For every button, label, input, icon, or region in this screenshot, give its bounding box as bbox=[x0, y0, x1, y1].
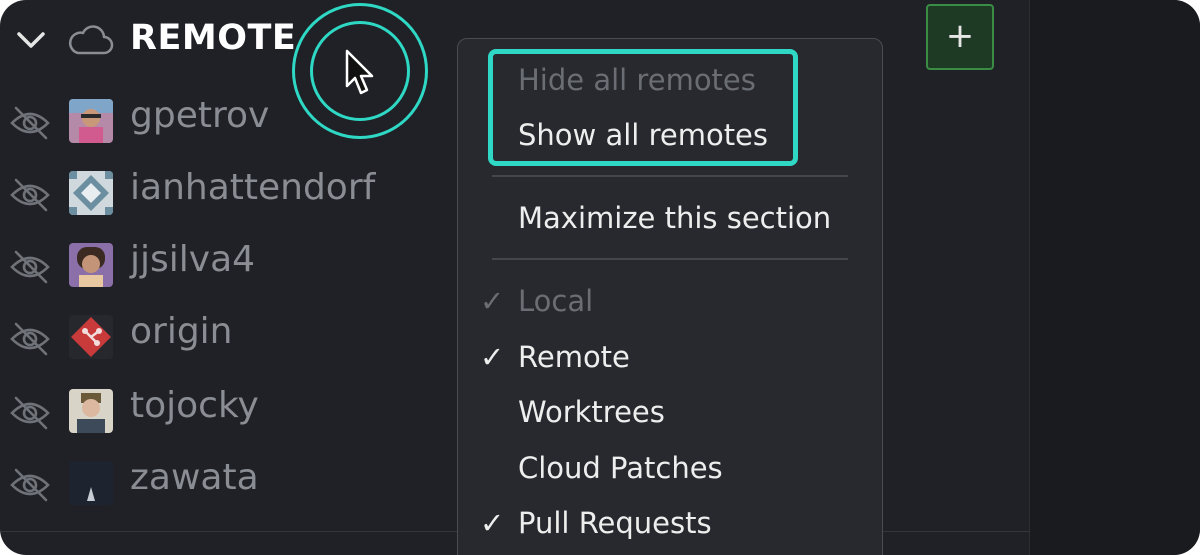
check-icon: ✓ bbox=[480, 340, 505, 374]
remote-item[interactable]: ianhattendorf bbox=[0, 165, 450, 225]
remote-name: ianhattendorf bbox=[130, 167, 376, 208]
right-panel bbox=[1030, 0, 1200, 555]
moon-avatar bbox=[69, 461, 113, 505]
eye-hidden-icon[interactable] bbox=[8, 467, 52, 503]
git-logo-avatar bbox=[69, 315, 113, 359]
check-icon: ✓ bbox=[480, 284, 505, 318]
remote-item[interactable]: zawata bbox=[0, 455, 450, 515]
menu-item-local[interactable]: Local bbox=[518, 284, 593, 318]
cursor-icon bbox=[345, 49, 374, 95]
remote-name: jjsilva4 bbox=[130, 239, 256, 280]
cloud-icon bbox=[69, 25, 114, 55]
photo-avatar bbox=[69, 243, 113, 287]
eye-hidden-icon[interactable] bbox=[8, 105, 52, 141]
remote-item[interactable]: tojocky bbox=[0, 383, 450, 443]
eye-hidden-icon[interactable] bbox=[8, 249, 52, 285]
add-remote-button[interactable]: + bbox=[926, 4, 994, 70]
remote-item[interactable]: jjsilva4 bbox=[0, 237, 450, 297]
menu-separator bbox=[492, 258, 848, 260]
menu-item-worktrees[interactable]: Worktrees bbox=[518, 395, 665, 429]
eye-hidden-icon[interactable] bbox=[8, 177, 52, 213]
menu-item-remote[interactable]: Remote bbox=[518, 340, 630, 374]
highlight-annotation bbox=[488, 49, 798, 166]
photo-avatar bbox=[69, 389, 113, 433]
photo-avatar bbox=[69, 99, 113, 143]
remote-name: origin bbox=[130, 311, 233, 352]
eye-hidden-icon[interactable] bbox=[8, 395, 52, 431]
menu-separator bbox=[492, 175, 848, 177]
pattern-avatar bbox=[69, 171, 113, 215]
app-window: REMOTE + gpetrov ianhattendorf jjsilva4 … bbox=[0, 0, 1200, 555]
panel-divider bbox=[1029, 0, 1030, 555]
menu-item-maximize-section[interactable]: Maximize this section bbox=[518, 201, 831, 235]
section-title: REMOTE bbox=[130, 18, 297, 58]
remote-name: gpetrov bbox=[130, 95, 270, 136]
menu-item-pull-requests[interactable]: Pull Requests bbox=[518, 506, 712, 540]
remote-item[interactable]: origin bbox=[0, 309, 450, 369]
menu-item-cloud-patches[interactable]: Cloud Patches bbox=[518, 451, 723, 485]
remote-name: zawata bbox=[130, 457, 259, 498]
remote-name: tojocky bbox=[130, 385, 259, 426]
chevron-down-icon[interactable] bbox=[16, 28, 46, 52]
check-icon: ✓ bbox=[480, 506, 505, 540]
eye-hidden-icon[interactable] bbox=[8, 321, 52, 357]
